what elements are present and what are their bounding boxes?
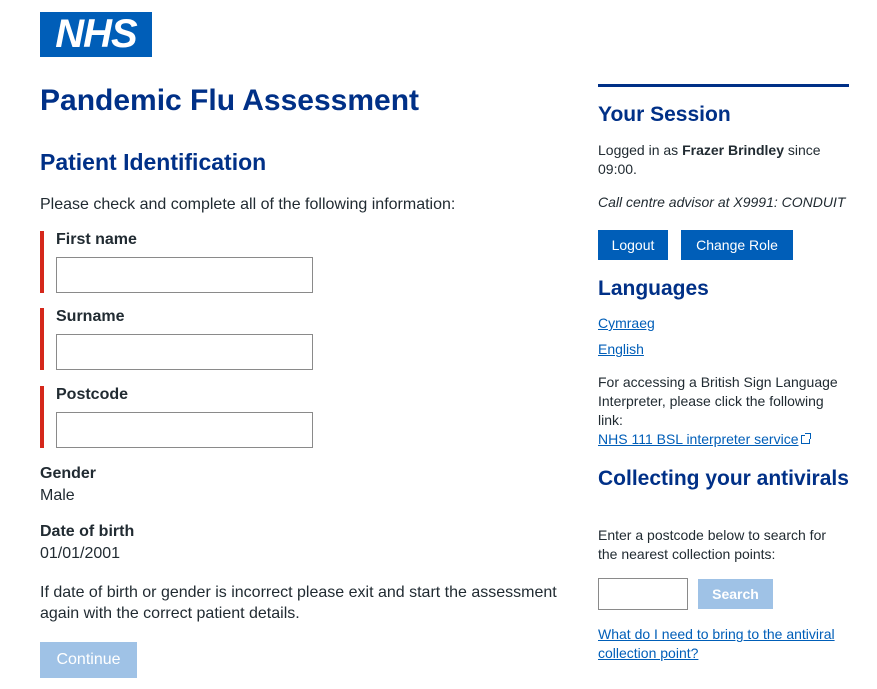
logout-button[interactable]: Logout (598, 230, 668, 260)
dob-value: 01/01/2001 (40, 545, 121, 562)
collection-postcode-input[interactable] (598, 578, 688, 610)
gender-label: Gender (40, 465, 97, 482)
sidebar-divider (598, 84, 849, 87)
postcode-group: Postcode (40, 386, 320, 448)
nhs-logo[interactable]: NHS (40, 12, 152, 57)
first-name-input[interactable] (56, 257, 313, 293)
postcode-input[interactable] (56, 412, 313, 448)
page-title: Pandemic Flu Assessment (40, 84, 420, 117)
antivirals-text: Enter a postcode below to search for the… (598, 527, 827, 562)
surname-input[interactable] (56, 334, 313, 370)
session-logged-in: Logged in as Frazer Brindley since 09:00… (598, 142, 821, 177)
surname-group: Surname (40, 308, 320, 370)
section-title: Patient Identification (40, 149, 267, 175)
language-link-cymraeg[interactable]: Cymraeg (598, 314, 655, 333)
dob-label: Date of birth (40, 523, 135, 540)
languages-title: Languages (598, 277, 709, 300)
gender-value: Male (40, 487, 75, 504)
external-link-icon (800, 433, 811, 444)
intro-text: Please check and complete all of the fol… (40, 196, 456, 213)
bsl-text: For accessing a British Sign Language In… (598, 374, 838, 428)
continue-button[interactable]: Continue (40, 642, 137, 678)
session-user: Frazer Brindley (682, 142, 785, 158)
correction-note: If date of birth or gender is incorrect … (40, 584, 557, 622)
nhs-logo-text: NHS (55, 12, 137, 56)
postcode-label: Postcode (56, 386, 129, 403)
first-name-label: First name (56, 231, 137, 248)
search-button[interactable]: Search (698, 579, 773, 609)
surname-label: Surname (56, 308, 125, 325)
bsl-interpreter-link[interactable]: NHS 111 BSL interpreter service (598, 430, 811, 449)
session-title: Your Session (598, 103, 731, 126)
change-role-button[interactable]: Change Role (681, 230, 793, 260)
first-name-group: First name (40, 231, 320, 293)
antivirals-title: Collecting your antivirals (598, 467, 849, 490)
antiviral-help-link[interactable]: What do I need to bring to the antiviral… (598, 625, 849, 663)
session-role: Call centre advisor at X9991: CONDUIT (598, 194, 846, 210)
language-link-english[interactable]: English (598, 340, 644, 359)
